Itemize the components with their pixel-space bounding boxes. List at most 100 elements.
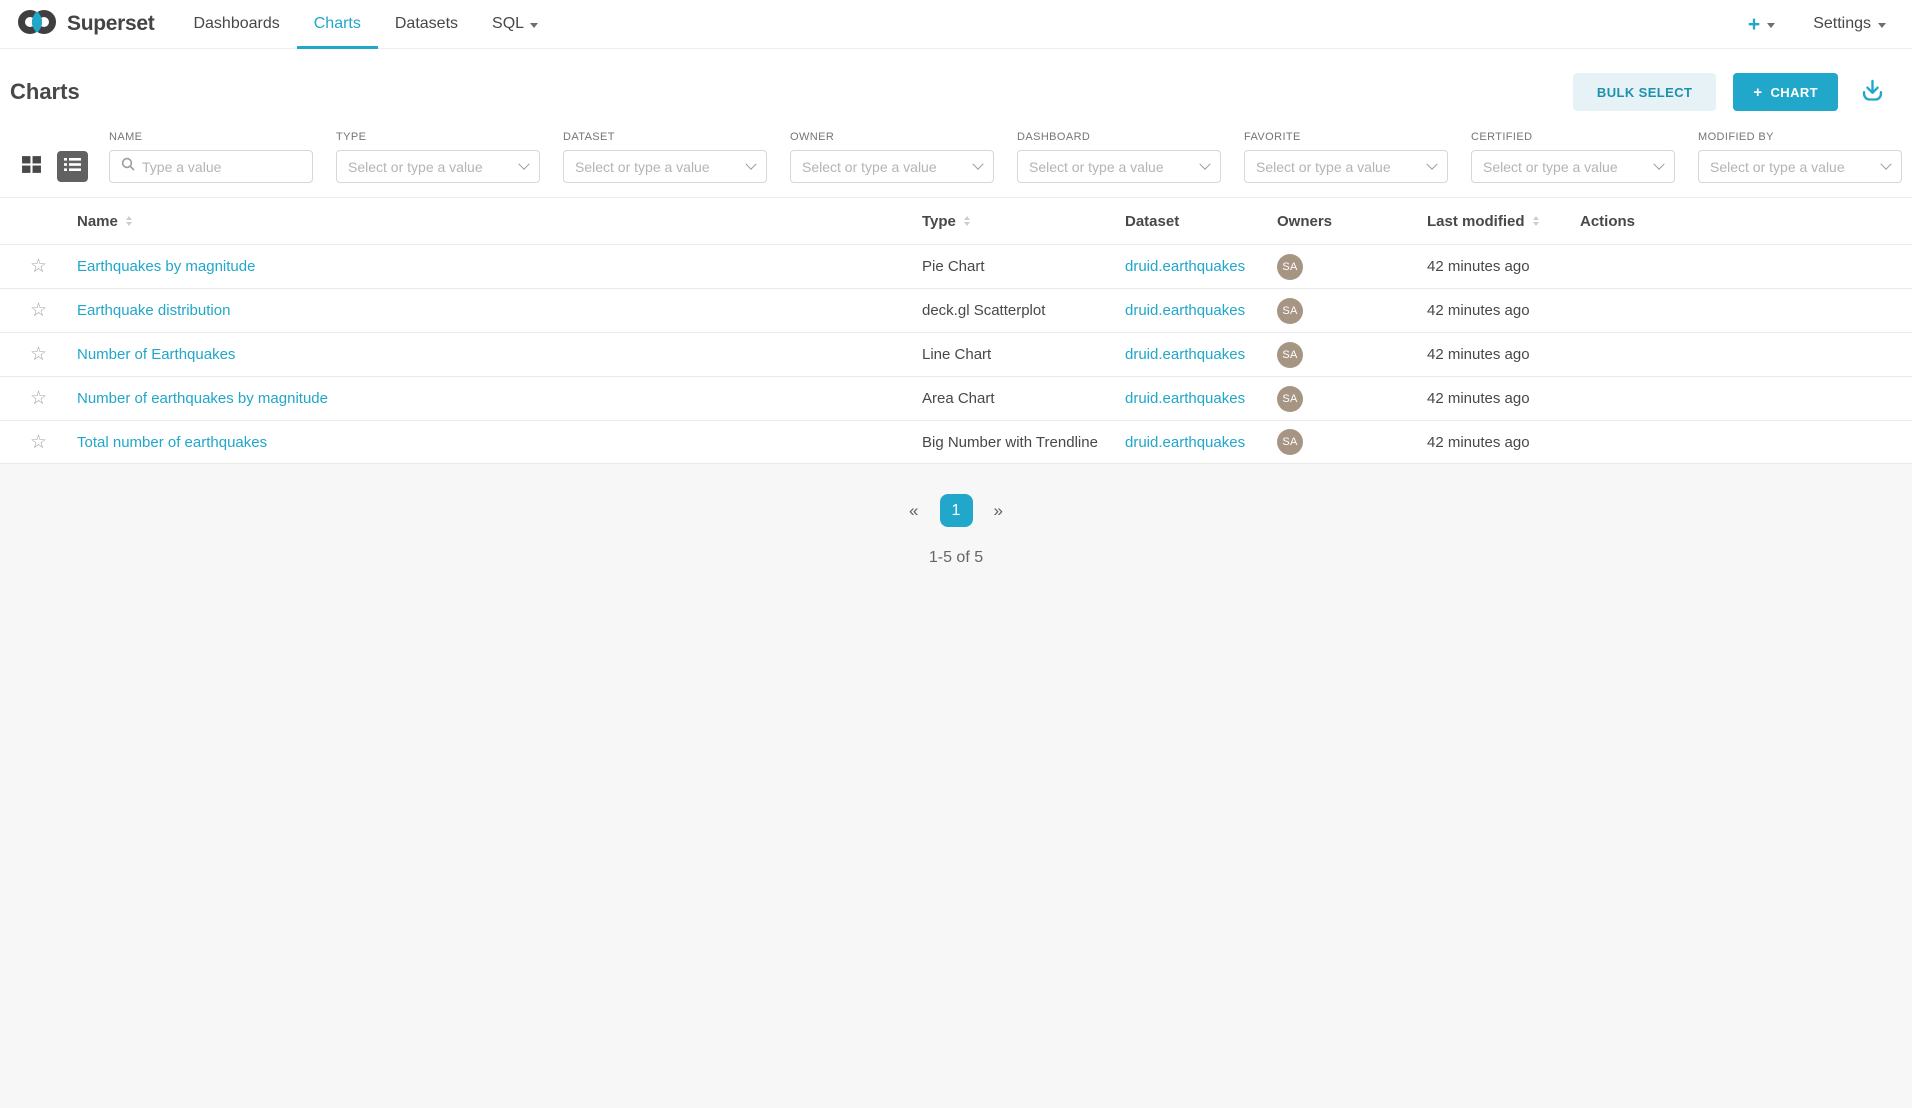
owner-avatar[interactable]: SA xyxy=(1277,429,1303,455)
superset-brand[interactable]: Superset xyxy=(16,0,154,48)
chevron-down-icon xyxy=(518,158,529,169)
filter-group-name: NAME xyxy=(109,131,313,183)
prev-page-button[interactable]: « xyxy=(902,501,925,521)
chevron-down-icon xyxy=(1878,23,1886,28)
filter-group-favorite: FAVORITE Select or type a value xyxy=(1244,131,1448,183)
chevron-down-icon xyxy=(1426,158,1437,169)
chart-type: Area Chart xyxy=(922,390,995,407)
filter-label: NAME xyxy=(109,131,313,143)
nav-item-datasets[interactable]: Datasets xyxy=(378,0,475,48)
header-actions: Actions xyxy=(1580,213,1912,230)
filter-label: DATASET xyxy=(563,131,767,143)
nav-item-dashboards[interactable]: Dashboards xyxy=(176,0,296,48)
navbar-right: + Settings xyxy=(1748,0,1912,48)
favorite-star-icon[interactable]: ☆ xyxy=(30,301,47,320)
table-row: ☆ Number of earthquakes by magnitude Are… xyxy=(0,376,1912,420)
filter-label: MODIFIED BY xyxy=(1698,131,1902,143)
filter-label: CERTIFIED xyxy=(1471,131,1675,143)
page-title: Charts xyxy=(10,79,80,105)
list-view-icon xyxy=(64,157,81,177)
filter-group-type: TYPE Select or type a value xyxy=(336,131,540,183)
owner-filter-select[interactable]: Select or type a value xyxy=(790,150,994,183)
search-icon xyxy=(121,157,135,176)
table-row: ☆ Number of Earthquakes Line Chart druid… xyxy=(0,332,1912,376)
chevron-down-icon xyxy=(1767,23,1775,28)
certified-filter-select[interactable]: Select or type a value xyxy=(1471,150,1675,183)
filter-bar: NAME TYPE Select or type a value DATASET… xyxy=(0,127,1912,197)
chart-type: Big Number with Trendline xyxy=(922,434,1098,451)
table-header-row: Name Type Dataset Owners Last modified xyxy=(0,198,1912,244)
chart-type: Line Chart xyxy=(922,346,991,363)
new-item-menu[interactable]: + xyxy=(1748,14,1775,35)
last-modified: 42 minutes ago xyxy=(1427,302,1530,319)
chevron-down-icon xyxy=(745,158,756,169)
name-filter-input[interactable] xyxy=(142,159,301,175)
pager: « 1 » xyxy=(902,494,1010,527)
download-icon xyxy=(1859,77,1886,107)
name-filter[interactable] xyxy=(109,150,313,183)
dataset-link[interactable]: druid.earthquakes xyxy=(1125,302,1245,319)
header-name: Name xyxy=(77,213,922,230)
dataset-link[interactable]: druid.earthquakes xyxy=(1125,434,1245,451)
type-filter-select[interactable]: Select or type a value xyxy=(336,150,540,183)
superset-logo-icon xyxy=(16,8,58,41)
chart-name-link[interactable]: Number of Earthquakes xyxy=(77,346,235,363)
list-view-toggle[interactable] xyxy=(57,151,88,182)
bulk-select-button[interactable]: BULK SELECT xyxy=(1573,73,1716,111)
modified-by-filter-select[interactable]: Select or type a value xyxy=(1698,150,1902,183)
chevron-down-icon xyxy=(1653,158,1664,169)
header-last-modified: Last modified xyxy=(1427,213,1580,230)
next-page-button[interactable]: » xyxy=(987,501,1010,521)
last-modified: 42 minutes ago xyxy=(1427,390,1530,407)
header-type: Type xyxy=(922,213,1125,230)
filter-group-modified-by: MODIFIED BY Select or type a value xyxy=(1698,131,1902,183)
owner-avatar[interactable]: SA xyxy=(1277,342,1303,368)
favorite-filter-select[interactable]: Select or type a value xyxy=(1244,150,1448,183)
favorite-star-icon[interactable]: ☆ xyxy=(30,433,47,452)
favorite-star-icon[interactable]: ☆ xyxy=(30,389,47,408)
dataset-link[interactable]: druid.earthquakes xyxy=(1125,346,1245,363)
last-modified: 42 minutes ago xyxy=(1427,258,1530,275)
chart-name-link[interactable]: Earthquakes by magnitude xyxy=(77,258,255,275)
owner-avatar[interactable]: SA xyxy=(1277,298,1303,324)
pagination-area: « 1 » 1-5 of 5 xyxy=(0,464,1912,567)
filter-group-dataset: DATASET Select or type a value xyxy=(563,131,767,183)
chevron-down-icon xyxy=(530,23,538,28)
filter-label: TYPE xyxy=(336,131,540,143)
sort-icon[interactable] xyxy=(126,216,132,226)
nav-item-charts[interactable]: Charts xyxy=(297,0,378,48)
card-view-toggle[interactable] xyxy=(18,154,44,180)
filter-group-owner: OWNER Select or type a value xyxy=(790,131,994,183)
dashboard-filter-select[interactable]: Select or type a value xyxy=(1017,150,1221,183)
filter-group-certified: CERTIFIED Select or type a value xyxy=(1471,131,1675,183)
add-chart-button[interactable]: + CHART xyxy=(1733,73,1838,111)
dataset-link[interactable]: druid.earthquakes xyxy=(1125,390,1245,407)
card-view-icon xyxy=(21,154,42,180)
owner-avatar[interactable]: SA xyxy=(1277,254,1303,280)
last-modified: 42 minutes ago xyxy=(1427,434,1530,451)
page-1-button[interactable]: 1 xyxy=(940,494,973,527)
sort-icon[interactable] xyxy=(1533,216,1539,226)
favorite-star-icon[interactable]: ☆ xyxy=(30,345,47,364)
nav-item-sql[interactable]: SQL xyxy=(475,0,555,48)
page-header: Charts BULK SELECT + CHART xyxy=(0,49,1912,127)
import-charts-button[interactable] xyxy=(1859,77,1886,107)
chart-name-link[interactable]: Total number of earthquakes xyxy=(77,434,267,451)
dataset-filter-select[interactable]: Select or type a value xyxy=(563,150,767,183)
header-dataset: Dataset xyxy=(1125,213,1277,230)
filter-label: DASHBOARD xyxy=(1017,131,1221,143)
owner-avatar[interactable]: SA xyxy=(1277,386,1303,412)
table-row: ☆ Earthquakes by magnitude Pie Chart dru… xyxy=(0,244,1912,288)
filter-group-dashboard: DASHBOARD Select or type a value xyxy=(1017,131,1221,183)
dataset-link[interactable]: druid.earthquakes xyxy=(1125,258,1245,275)
settings-menu[interactable]: Settings xyxy=(1813,15,1886,33)
chart-type: deck.gl Scatterplot xyxy=(922,302,1045,319)
favorite-star-icon[interactable]: ☆ xyxy=(30,257,47,276)
top-navbar: Superset Dashboards Charts Datasets SQL … xyxy=(0,0,1912,49)
sort-icon[interactable] xyxy=(964,216,970,226)
filter-label: FAVORITE xyxy=(1244,131,1448,143)
last-modified: 42 minutes ago xyxy=(1427,346,1530,363)
chart-name-link[interactable]: Earthquake distribution xyxy=(77,302,230,319)
header-owners: Owners xyxy=(1277,213,1427,230)
chart-name-link[interactable]: Number of earthquakes by magnitude xyxy=(77,390,328,407)
